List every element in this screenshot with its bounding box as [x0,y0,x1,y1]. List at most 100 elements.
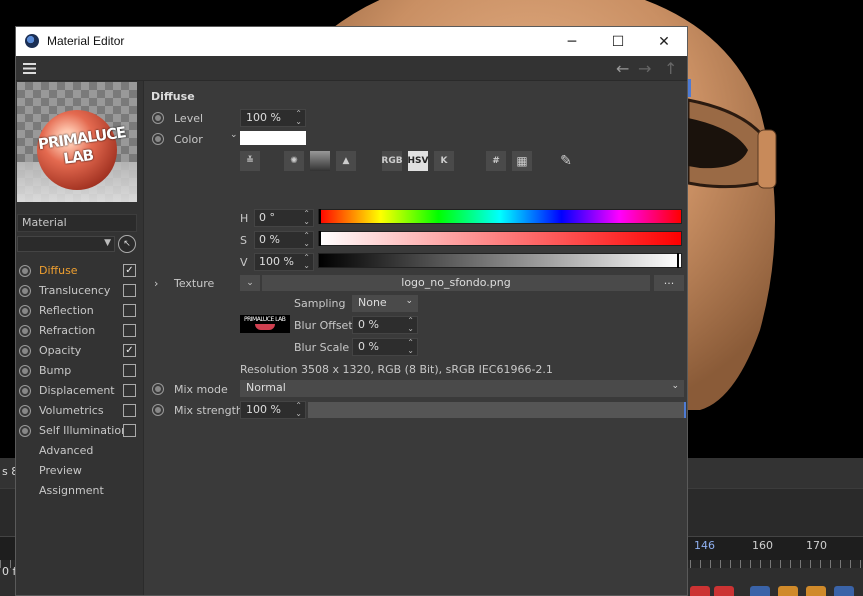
channel-enable-checkbox[interactable] [123,284,136,297]
channel-enable-checkbox[interactable] [123,304,136,317]
color-expand-chevron-icon[interactable]: ⌄ [230,130,238,140]
channel-item-preview[interactable]: Preview [16,461,143,481]
channel-item-displacement[interactable]: Displacement [16,381,143,401]
close-button[interactable]: ✕ [641,27,687,56]
channel-item-bump[interactable]: Bump [16,361,143,381]
spinner-icon[interactable]: ⌃ ⌄ [407,339,414,355]
material-layer-dropdown[interactable]: ▼ [17,236,115,252]
channel-label: Diffuse [39,264,78,277]
channel-item-opacity[interactable]: Opacity ✓ [16,341,143,361]
key-tool-button[interactable] [750,586,770,596]
texture-file-button[interactable]: logo_no_sfondo.png [262,275,650,291]
mix-strength-input[interactable]: 100 % ⌃ ⌄ [240,401,306,419]
mix-mode-animate-radio[interactable] [152,383,164,395]
image-picker-icon[interactable]: ▲ [336,151,356,171]
texture-menu-chevron-icon[interactable]: ⌄ [240,275,260,291]
color-swatch[interactable] [240,131,306,145]
spinner-icon[interactable]: ⌃ ⌄ [303,254,310,270]
texture-thumbnail[interactable]: PRIMALUCE LAB [240,315,290,333]
channel-item-reflection[interactable]: Reflection [16,301,143,321]
rgb-mode-button[interactable]: RGB [381,151,403,171]
up-arrow-icon[interactable]: ↑ [664,59,677,78]
blur-scale-input[interactable]: 0 % ⌃ ⌄ [352,338,418,356]
channel-enable-checkbox[interactable] [123,324,136,337]
channel-item-diffuse[interactable]: Diffuse ✓ [16,261,143,281]
key-tool-2-button[interactable] [778,586,798,596]
gradient-picker-icon[interactable] [310,151,330,171]
hue-input[interactable]: 0 ° ⌃ ⌄ [254,209,314,227]
channel-enable-checkbox[interactable] [123,424,136,437]
record-button[interactable] [690,586,710,596]
saturation-slider-handle[interactable] [319,231,321,246]
channel-radio[interactable] [19,285,31,297]
channel-radio[interactable] [19,305,31,317]
channel-item-refraction[interactable]: Refraction [16,321,143,341]
key-tool-3-button[interactable] [806,586,826,596]
color-animate-radio[interactable] [152,133,164,145]
level-animate-radio[interactable] [152,112,164,124]
current-frame-marker[interactable] [688,79,691,97]
channel-item-translucency[interactable]: Translucency [16,281,143,301]
channel-enable-checkbox[interactable] [123,364,136,377]
channel-radio[interactable] [19,325,31,337]
pick-object-icon[interactable]: ↖ [118,235,136,253]
channel-label: Self Illumination [39,424,129,437]
hamburger-icon[interactable] [23,63,36,74]
spinner-icon[interactable]: ⌃ ⌄ [295,402,302,418]
chevron-down-icon: ⌄ [405,296,413,306]
channel-radio[interactable] [19,385,31,397]
mix-strength-animate-radio[interactable] [152,404,164,416]
channel-item-self-illumination[interactable]: Self Illumination [16,421,143,441]
channel-label: Refraction [39,324,96,337]
level-input[interactable]: 100 % ⌃ ⌄ [240,109,306,127]
saturation-slider[interactable] [318,231,682,246]
cinema4d-app-icon [25,34,39,48]
eyedropper-icon[interactable]: ✎ [556,151,576,171]
texture-browse-button[interactable]: ... [654,275,684,291]
value-slider[interactable] [318,253,682,268]
spectrum-mode-icon[interactable]: ≚ [240,151,260,171]
spinner-icon[interactable]: ⌃ ⌄ [295,110,302,126]
autokey-button[interactable] [714,586,734,596]
spinner-icon[interactable]: ⌃ ⌄ [303,232,310,248]
channel-enable-checkbox[interactable]: ✓ [123,264,136,277]
value-slider-handle[interactable] [677,253,679,268]
sampling-dropdown[interactable]: None ⌄ [352,295,418,312]
mix-mode-dropdown[interactable]: Normal ⌄ [240,380,684,397]
spinner-icon[interactable]: ⌃ ⌄ [303,210,310,226]
channel-item-volumetrics[interactable]: Volumetrics [16,401,143,421]
swatches-grid-icon[interactable]: ▦ [512,151,532,171]
maximize-button[interactable]: ☐ [595,27,641,56]
value-input[interactable]: 100 % ⌃ ⌄ [254,253,314,271]
mix-strength-slider[interactable] [308,402,686,418]
saturation-input[interactable]: 0 % ⌃ ⌄ [254,231,314,249]
hsv-mode-button[interactable]: HSV [408,151,429,171]
spinner-icon[interactable]: ⌃ ⌄ [407,317,414,333]
hue-slider[interactable] [318,209,682,224]
kelvin-mode-button[interactable]: K [434,151,454,171]
channel-label: Volumetrics [39,404,104,417]
channel-enable-checkbox[interactable]: ✓ [123,344,136,357]
key-tool-4-button[interactable] [834,586,854,596]
texture-expand-icon[interactable]: › [154,277,158,290]
title-bar[interactable]: Material Editor ─ ☐ ✕ [16,27,687,56]
channel-radio[interactable] [19,365,31,377]
channel-radio[interactable] [19,425,31,437]
channel-item-advanced[interactable]: Advanced [16,441,143,461]
channel-radio[interactable] [19,345,31,357]
material-preview[interactable]: PRIMALUCE LAB [17,82,137,202]
channel-radio[interactable] [19,405,31,417]
channel-enable-checkbox[interactable] [123,404,136,417]
forward-arrow-icon[interactable]: → [638,59,651,78]
channel-item-assignment[interactable]: Assignment [16,481,143,501]
channel-enable-checkbox[interactable] [123,384,136,397]
back-arrow-icon[interactable]: ← [616,59,629,78]
blur-offset-input[interactable]: 0 % ⌃ ⌄ [352,316,418,334]
hex-mode-button[interactable]: # [486,151,506,171]
channel-radio[interactable] [19,265,31,277]
minimize-button[interactable]: ─ [549,27,595,56]
hue-slider-handle[interactable] [319,209,321,224]
material-name-field[interactable]: Material [17,214,137,232]
color-wheel-icon[interactable]: ✺ [284,151,304,171]
sampling-label: Sampling [294,297,346,310]
